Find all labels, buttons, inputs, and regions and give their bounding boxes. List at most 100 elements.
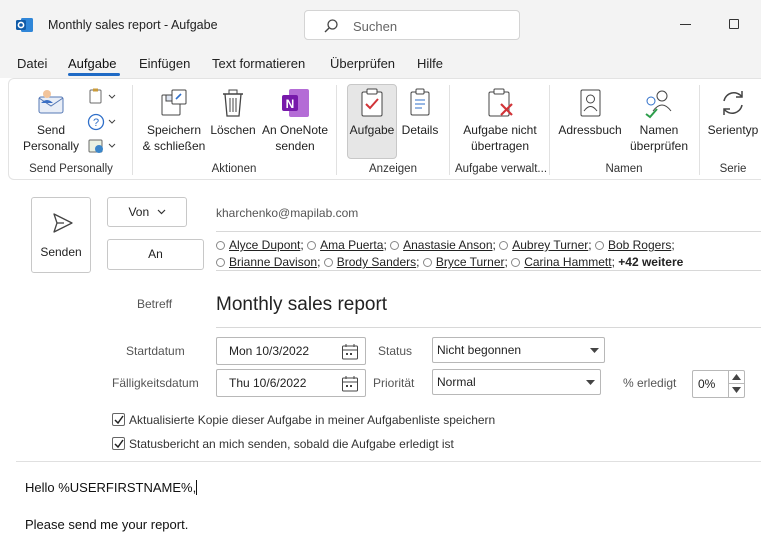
to-button[interactable]: An <box>107 239 204 270</box>
ribbon-separator <box>336 85 337 175</box>
from-button[interactable]: Von <box>107 197 187 227</box>
ribbon-separator <box>132 85 133 175</box>
template-icon[interactable] <box>87 137 105 155</box>
due-date-value: Thu 10/6/2022 <box>229 376 307 390</box>
active-tab-indicator <box>68 73 120 76</box>
dropdown-arrow-icon <box>586 380 595 385</box>
menu-hilfe[interactable]: Hilfe <box>417 56 443 71</box>
divider <box>216 270 761 271</box>
menu-aufgabe[interactable]: Aufgabe <box>68 56 116 71</box>
menu-ueberpruefen[interactable]: Überprüfen <box>330 56 395 71</box>
subject-field[interactable]: Monthly sales report <box>216 294 387 316</box>
to-label: An <box>148 247 163 261</box>
calendar-icon[interactable] <box>341 343 359 361</box>
search-input[interactable]: Suchen <box>304 10 520 40</box>
task-view-label: Aufgabe <box>349 123 395 137</box>
ribbon: Send Personally ? Send Personally Speich… <box>8 78 761 180</box>
keep-copy-option[interactable]: Aktualisierte Kopie dieser Aufgabe in me… <box>112 413 495 427</box>
recipient-chip[interactable]: Brianne Davison; <box>216 254 320 271</box>
address-book-button[interactable]: Adressbuch <box>557 87 623 138</box>
percent-complete-label: % erledigt <box>623 376 677 390</box>
divider <box>16 461 761 462</box>
group-label-manage-task: Aufgabe verwalt... <box>454 163 548 175</box>
spin-up-icon[interactable] <box>732 374 741 380</box>
save-close-icon <box>161 89 187 116</box>
message-body-line[interactable]: Hello %USERFIRSTNAME%, <box>25 480 198 495</box>
percent-complete-value: 0% <box>698 377 716 391</box>
minimize-button[interactable] <box>680 24 691 25</box>
priority-label: Priorität <box>373 376 415 390</box>
chevron-down-icon <box>108 119 116 124</box>
onenote-label: An OneNote senden <box>261 123 329 153</box>
status-select[interactable]: Nicht begonnen <box>432 337 605 363</box>
due-date-picker[interactable]: Thu 10/6/2022 <box>216 369 366 397</box>
recipient-chip[interactable]: Aubrey Turner; <box>499 237 592 254</box>
group-label-series: Serie <box>719 163 747 175</box>
group-label-send-personally: Send Personally <box>29 163 113 175</box>
save-close-label: Speichern & schließen <box>142 123 206 153</box>
recipients-row-2: Brianne Davison; Brody Sanders; Bryce Tu… <box>216 254 761 271</box>
chevron-down-icon <box>157 209 165 215</box>
spin-down-icon[interactable] <box>732 387 741 393</box>
percent-complete-stepper[interactable]: 0% <box>692 370 745 398</box>
group-label-views: Anzeigen <box>369 163 417 175</box>
checkmark-icon <box>114 439 124 449</box>
delete-button[interactable]: Löschen <box>209 87 257 138</box>
recipient-chip[interactable]: Carina Hammett; <box>511 254 615 271</box>
status-report-option[interactable]: Statusbericht an mich senden, sobald die… <box>112 437 454 451</box>
menu-datei[interactable]: Datei <box>17 56 47 71</box>
maximize-button[interactable] <box>729 19 739 29</box>
cancel-assignment-button[interactable]: Aufgabe nicht übertragen <box>455 87 545 154</box>
save-close-button[interactable]: Speichern & schließen <box>141 87 207 154</box>
recipient-chip[interactable]: Brody Sanders; <box>323 254 419 271</box>
to-recipients-field[interactable]: Alyce Dupont; Ama Puerta; Anastasie Anso… <box>216 237 761 271</box>
task-clipboard-icon <box>361 88 383 117</box>
title-bar: Monthly sales report - Aufgabe Suchen <box>0 0 761 50</box>
ribbon-separator <box>449 85 450 175</box>
calendar-icon[interactable] <box>341 375 359 393</box>
message-body-line[interactable]: Please send me your report. <box>25 517 188 532</box>
details-button[interactable]: Details <box>397 87 443 138</box>
send-icon <box>53 213 73 233</box>
help-icon[interactable]: ? <box>87 113 105 131</box>
onenote-icon: N <box>282 89 309 117</box>
window-title: Monthly sales report - Aufgabe <box>48 18 218 32</box>
send-personally-label: Send Personally <box>22 123 80 153</box>
due-date-label: Fälligkeitsdatum <box>112 376 199 390</box>
priority-select[interactable]: Normal <box>432 369 601 395</box>
text-cursor <box>196 480 198 495</box>
status-report-checkbox[interactable] <box>112 437 125 450</box>
from-email: kharchenko@mapilab.com <box>216 206 359 220</box>
svg-text:N: N <box>286 97 295 111</box>
spin-buttons[interactable] <box>728 371 745 397</box>
check-names-button[interactable]: Namen überprüfen <box>623 87 695 154</box>
onenote-button[interactable]: N An OneNote senden <box>259 87 331 154</box>
menu-text-formatieren[interactable]: Text formatieren <box>212 56 305 71</box>
keep-copy-checkbox[interactable] <box>112 413 125 426</box>
recipient-chip[interactable]: Bryce Turner; <box>422 254 508 271</box>
group-label-actions: Aktionen <box>211 163 257 175</box>
recipient-chip[interactable]: Anastasie Anson; <box>390 237 496 254</box>
recipient-chip[interactable]: Bob Rogers; <box>594 237 675 254</box>
start-date-label: Startdatum <box>126 344 185 358</box>
task-view-button[interactable]: Aufgabe <box>347 87 397 138</box>
recipient-chip[interactable]: Ama Puerta; <box>307 237 387 254</box>
recurrence-label: Serientyp <box>707 123 759 137</box>
outlook-icon <box>16 18 33 32</box>
status-value: Nicht begonnen <box>437 343 522 357</box>
search-icon <box>324 19 338 33</box>
send-personally-button[interactable]: Send Personally <box>19 87 83 154</box>
status-report-label: Statusbericht an mich senden, sobald die… <box>129 437 454 451</box>
send-personally-icon <box>38 90 64 114</box>
start-date-picker[interactable]: Mon 10/3/2022 <box>216 337 366 365</box>
more-recipients-link[interactable]: +42 weitere <box>618 255 683 269</box>
clipboard-small-icon[interactable] <box>87 87 105 105</box>
details-label: Details <box>401 123 439 137</box>
recurrence-icon <box>723 91 743 115</box>
recipient-chip[interactable]: Alyce Dupont; <box>216 237 304 254</box>
send-button[interactable]: Senden <box>31 197 91 273</box>
checkmark-icon <box>114 415 124 425</box>
recurrence-button[interactable]: Serientyp <box>705 87 761 138</box>
dropdown-arrow-icon <box>590 348 599 353</box>
menu-einfuegen[interactable]: Einfügen <box>139 56 190 71</box>
